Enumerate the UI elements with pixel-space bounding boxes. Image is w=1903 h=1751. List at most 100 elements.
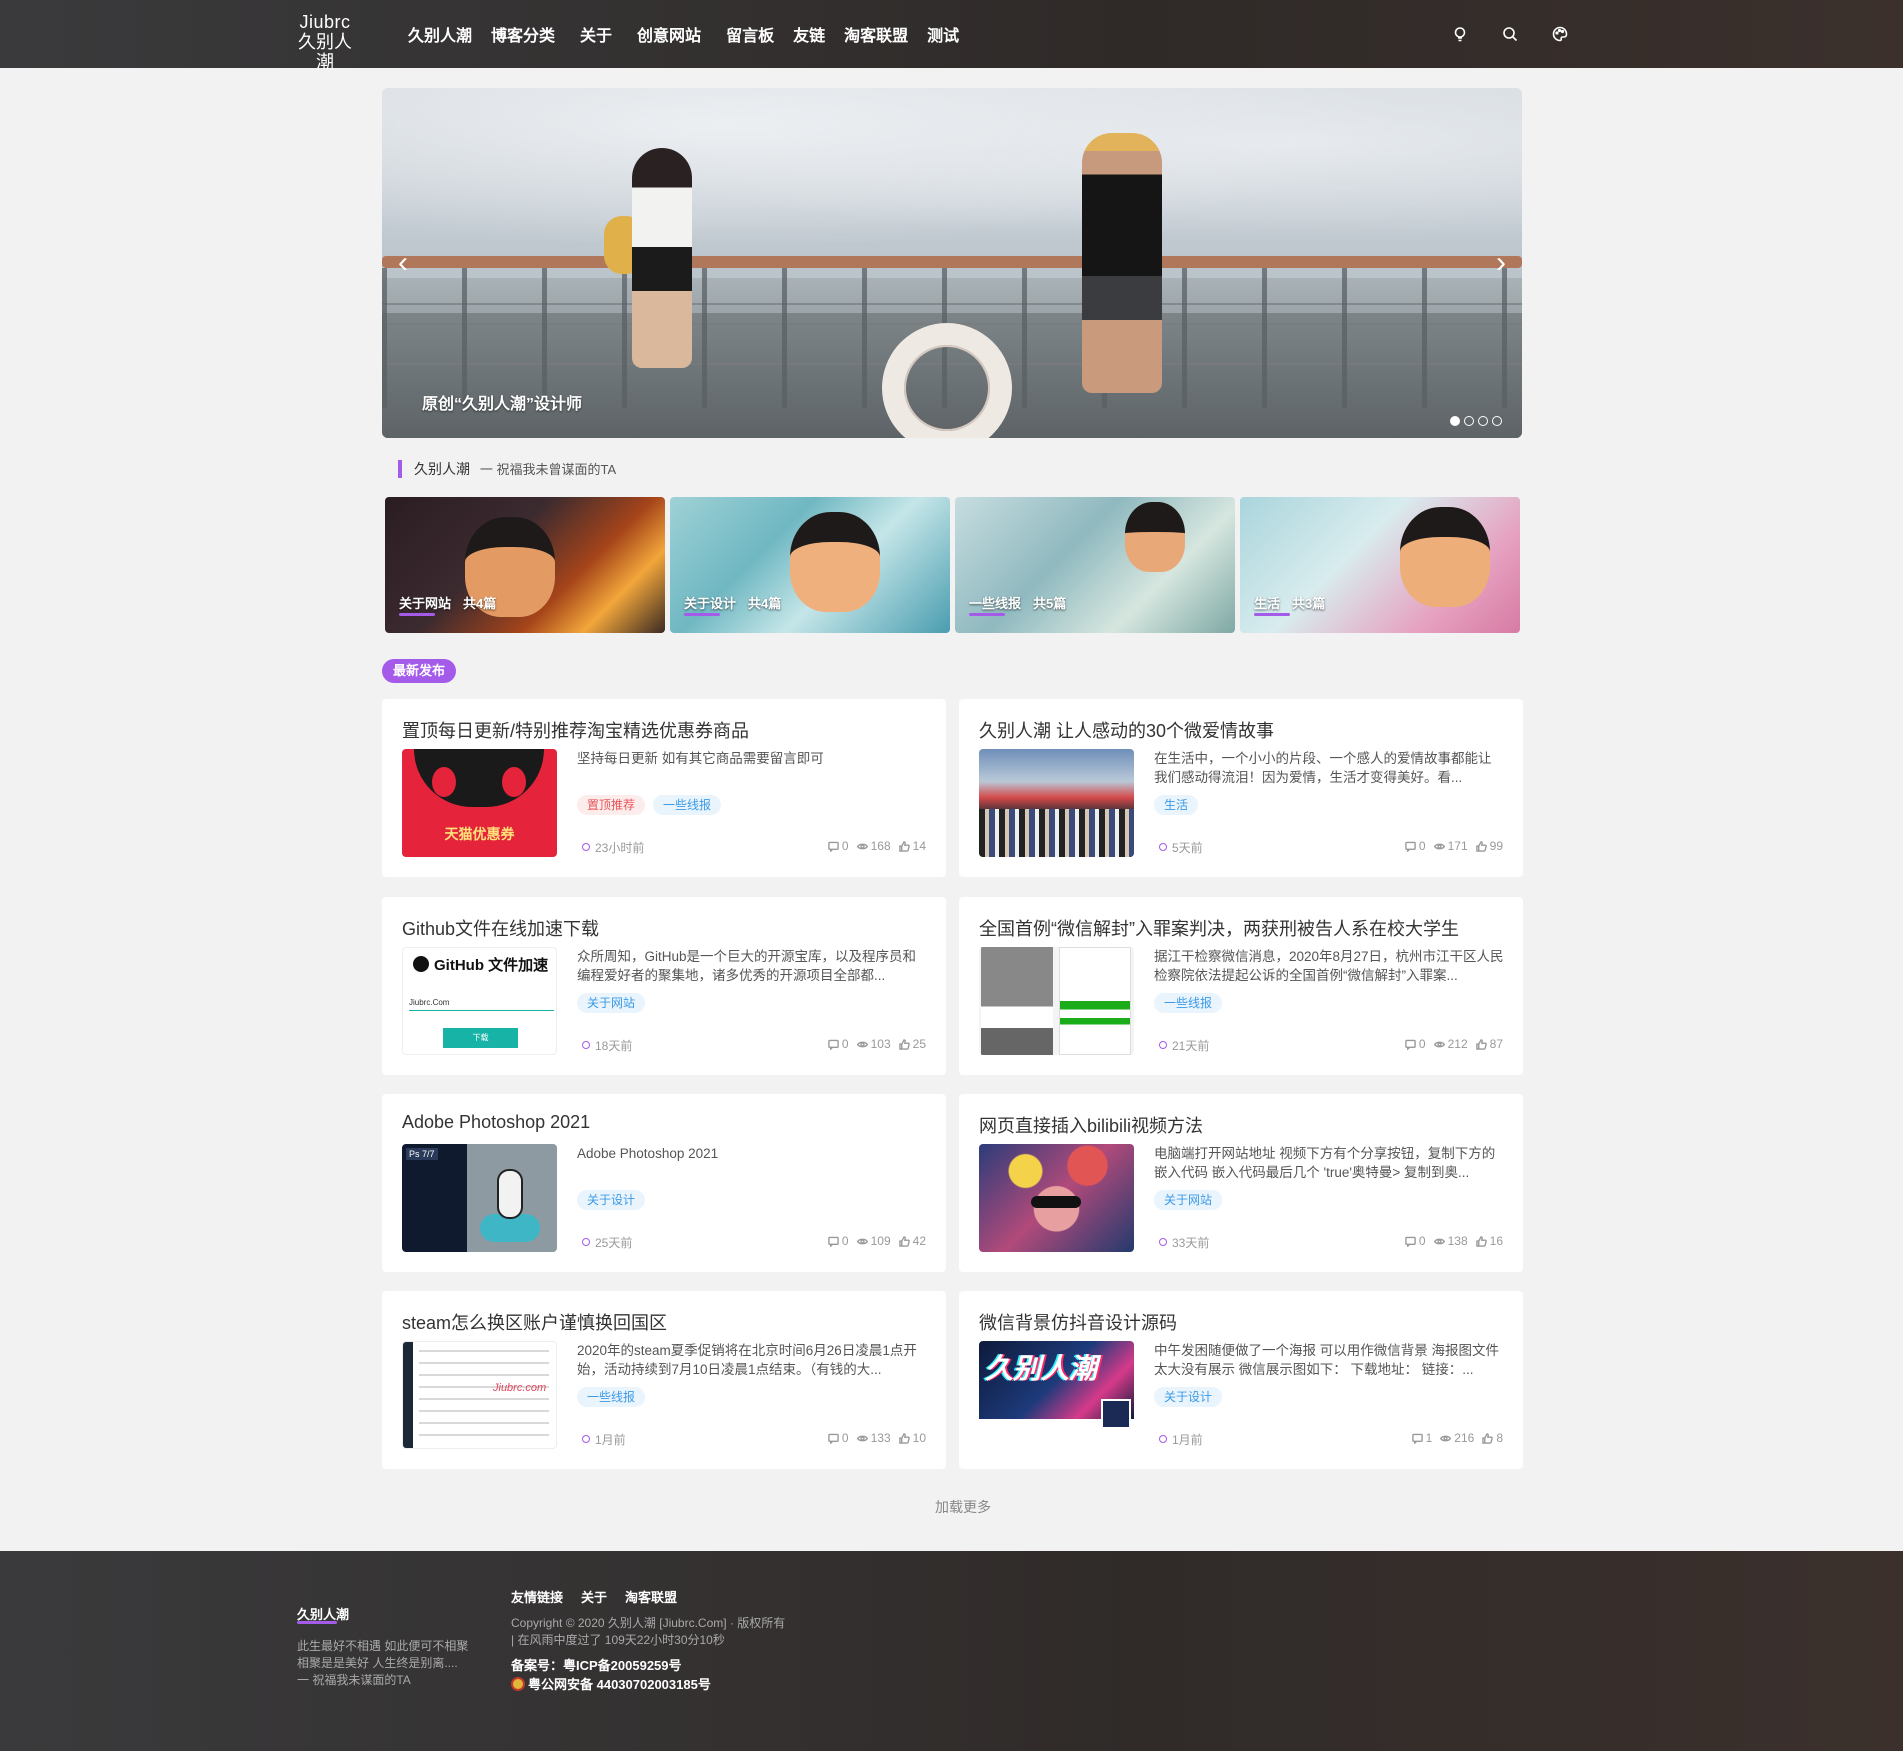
post-thumbnail[interactable]: GitHub 文件加速 Jiubrc.Com 下载 [402, 947, 557, 1055]
comment-count: 0 [1405, 1234, 1426, 1248]
footer-link-about[interactable]: 关于 [581, 1587, 607, 1606]
post-title[interactable]: 微信背景仿抖音设计源码 [979, 1309, 1177, 1335]
footer-about-line: 此生最好不相遇 如此便可不相聚 [297, 1639, 469, 1653]
post-thumbnail[interactable] [979, 947, 1134, 1055]
street-crowd-art [979, 809, 1134, 857]
uptime-text: | 在风雨中度过了 109天22小时30分10秒 [511, 1633, 725, 1647]
like-count[interactable]: 25 [898, 1037, 926, 1051]
nav-item-taoke[interactable]: 淘客联盟 [844, 22, 908, 46]
poster-mini-card [1101, 1399, 1131, 1429]
nav-item-guestbook[interactable]: 留言板 [726, 22, 774, 46]
poster-title: 久别人潮 [985, 1353, 1098, 1384]
photoshop-label: Ps 7/7 [406, 1148, 438, 1160]
carousel-dot-2[interactable] [1464, 416, 1474, 426]
hero-carousel[interactable]: ‹ › 原创“久别人潮”设计师 [382, 88, 1522, 438]
post-tag[interactable]: 一些线报 [653, 795, 722, 815]
post-tag[interactable]: 置顶推荐 [577, 795, 646, 815]
palette-icon[interactable] [1550, 24, 1570, 44]
like-count[interactable]: 99 [1475, 839, 1503, 853]
post-title[interactable]: 全国首例“微信解封”入罪案判决，两获刑被告人系在校大学生 [979, 915, 1459, 941]
post-stats: 0 133 10 [820, 1431, 926, 1445]
site-footer: 久别人潮 此生最好不相遇 如此便可不相聚 相聚是是美好 人生终是别离.... 一… [0, 1551, 1903, 1751]
post-thumbnail[interactable]: Jiubrc.com [402, 1341, 557, 1449]
motto-text: 一 祝福我未曾谋面的TA [479, 462, 617, 477]
post-tags: 关于网站 [1154, 1190, 1230, 1210]
post-title[interactable]: Github文件在线加速下载 [402, 915, 599, 941]
post-tag[interactable]: 关于网站 [1154, 1190, 1223, 1210]
post-title[interactable]: steam怎么换区账户谨慎换回国区 [402, 1309, 667, 1335]
post-tag[interactable]: 一些线报 [1154, 993, 1223, 1013]
police-record[interactable]: 粤公网安备 44030702003185号 [511, 1675, 711, 1694]
view-count: 133 [856, 1431, 891, 1445]
post-card[interactable]: 微信背景仿抖音设计源码 久别人潮 中午发困随便做了一个海报 可以用作微信背景 海… [959, 1291, 1523, 1469]
like-count[interactable]: 16 [1475, 1234, 1503, 1248]
footer-link-taoke[interactable]: 淘客联盟 [625, 1587, 677, 1606]
github-thumb-title: GitHub 文件加速 [413, 954, 548, 975]
nav-item-home[interactable]: 久别人潮 [408, 22, 472, 46]
carousel-dot-3[interactable] [1478, 416, 1488, 426]
post-card[interactable]: Adobe Photoshop 2021 Ps 7/7 Adobe Photos… [382, 1094, 946, 1272]
post-card[interactable]: 久别人潮 让人感动的30个微爱情故事 在生活中，一个小小的片段、一个感人的爱情故… [959, 699, 1523, 877]
steam-watermark: Jiubrc.com [493, 1382, 547, 1394]
post-thumbnail[interactable]: 天猫优惠券 [402, 749, 557, 857]
post-tag[interactable]: 一些线报 [577, 1387, 646, 1407]
post-card[interactable]: steam怎么换区账户谨慎换回国区 Jiubrc.com 2020年的steam… [382, 1291, 946, 1469]
comment-icon [828, 1039, 839, 1050]
view-count: 216 [1440, 1431, 1474, 1445]
post-card[interactable]: 网页直接插入bilibili视频方法 电脑端打开网站地址 视频下方有个分享按钮，… [959, 1094, 1523, 1272]
post-tag[interactable]: 关于网站 [577, 993, 646, 1013]
post-tags: 关于网站 [577, 993, 653, 1013]
footer-link-friends[interactable]: 友情链接 [511, 1587, 563, 1606]
nav-item-categories[interactable]: 博客分类 [491, 22, 555, 46]
carousel-dot-4[interactable] [1492, 416, 1502, 426]
bulb-icon[interactable] [1450, 24, 1470, 44]
carousel-dot-1[interactable] [1450, 416, 1460, 426]
footer-icp: 备案号：粤ICP备20059259号 粤公网安备 44030702003185号 [511, 1656, 711, 1694]
eye-icon [1440, 1435, 1452, 1441]
like-count[interactable]: 10 [898, 1431, 926, 1445]
eye-icon [856, 843, 868, 849]
category-card-deals[interactable]: 一些线报 共5篇 [955, 497, 1235, 633]
post-thumbnail[interactable] [979, 749, 1134, 857]
post-time: 1月前 [1159, 1431, 1203, 1448]
nav-item-about[interactable]: 关于 [580, 22, 612, 46]
like-count[interactable]: 8 [1482, 1431, 1503, 1445]
post-title[interactable]: 置顶每日更新/特别推荐淘宝精选优惠券商品 [402, 717, 749, 743]
site-logo[interactable]: Jiubrc 久别人潮 [290, 12, 360, 72]
post-thumbnail[interactable]: Ps 7/7 [402, 1144, 557, 1252]
post-thumbnail[interactable]: 久别人潮 [979, 1341, 1134, 1449]
eye-icon [1433, 843, 1445, 849]
like-count[interactable]: 87 [1475, 1037, 1503, 1051]
nav-item-creative-sites[interactable]: 创意网站 [637, 22, 701, 46]
nav-item-test[interactable]: 测试 [927, 22, 959, 46]
footer-brand-underline [297, 1621, 337, 1624]
post-card[interactable]: 置顶每日更新/特别推荐淘宝精选优惠券商品 天猫优惠券 坚持每日更新 如有其它商品… [382, 699, 946, 877]
carousel-next-icon[interactable]: › [1496, 248, 1506, 278]
post-tag[interactable]: 关于设计 [577, 1190, 646, 1210]
thumb-up-icon [1482, 1432, 1494, 1444]
post-tags: 置顶推荐 一些线报 [577, 795, 729, 815]
post-excerpt: 电脑端打开网站地址 视频下方有个分享按钮，复制下方的嵌入代码 嵌入代码最后几个 … [1154, 1146, 1496, 1180]
like-count[interactable]: 14 [898, 839, 926, 853]
search-icon[interactable] [1500, 24, 1520, 44]
post-card[interactable]: Github文件在线加速下载 GitHub 文件加速 Jiubrc.Com 下载… [382, 897, 946, 1075]
post-title[interactable]: Adobe Photoshop 2021 [402, 1112, 590, 1133]
eye-icon [856, 1238, 868, 1244]
post-card[interactable]: 全国首例“微信解封”入罪案判决，两获刑被告人系在校大学生 据江干检察微信消息，2… [959, 897, 1523, 1075]
load-more-button[interactable]: 加载更多 [935, 1497, 991, 1517]
nav-item-links[interactable]: 友链 [793, 22, 825, 46]
category-card-design[interactable]: 关于设计 共4篇 [670, 497, 950, 633]
category-card-website[interactable]: 关于网站 共4篇 [385, 497, 665, 633]
category-card-life[interactable]: 生活 共3篇 [1240, 497, 1520, 633]
main-nav: 久别人潮 博客分类 关于 创意网站 留言板 友链 淘客联盟 测试 [408, 0, 978, 68]
post-thumbnail[interactable] [979, 1144, 1134, 1252]
icp-number[interactable]: 备案号：粤ICP备20059259号 [511, 1656, 711, 1675]
post-tag[interactable]: 生活 [1154, 795, 1199, 815]
carousel-prev-icon[interactable]: ‹ [398, 248, 408, 278]
eye-icon [856, 1435, 868, 1441]
like-count[interactable]: 42 [898, 1234, 926, 1248]
post-tag[interactable]: 关于设计 [1154, 1387, 1223, 1407]
thumb-up-icon [898, 1235, 910, 1247]
post-title[interactable]: 久别人潮 让人感动的30个微爱情故事 [979, 717, 1274, 743]
post-title[interactable]: 网页直接插入bilibili视频方法 [979, 1112, 1203, 1138]
